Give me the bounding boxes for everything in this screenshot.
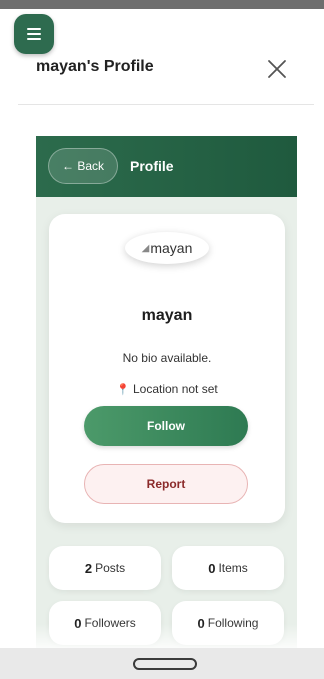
avatar-alt-text: mayan — [150, 240, 193, 256]
profile-bio: No bio available. — [122, 351, 212, 365]
menu-button[interactable] — [14, 14, 54, 54]
profile-panel: ← Back Profile ◢ mayan mayan No bio avai… — [36, 136, 297, 656]
device-frame-top — [0, 0, 324, 9]
map-pin-icon: 📍 — [116, 384, 130, 396]
modal-title: mayan's Profile — [36, 58, 154, 75]
panel-header: ← Back Profile — [36, 136, 297, 197]
phone-screen: mayan's Profile ← Back Profile ◢ mayan m… — [0, 0, 324, 679]
stat-items[interactable]: 0 Items — [172, 546, 284, 590]
profile-location: 📍 Location not set — [49, 382, 285, 396]
items-label: Items — [218, 561, 248, 575]
panel-title: Profile — [130, 158, 174, 174]
modal-header-divider — [18, 104, 314, 105]
follow-button[interactable]: Follow — [84, 406, 248, 446]
close-icon[interactable] — [266, 58, 288, 80]
report-button[interactable]: Report — [84, 464, 248, 504]
broken-image-icon: ◢ — [141, 242, 150, 254]
hamburger-icon — [27, 28, 41, 40]
posts-count: 2 — [84, 560, 93, 576]
home-indicator[interactable] — [133, 658, 197, 670]
profile-card: ◢ mayan mayan No bio available. 📍 Locatio… — [49, 214, 285, 523]
back-button[interactable]: ← Back — [48, 148, 118, 184]
modal-top-edge — [60, 9, 324, 15]
items-count: 0 — [208, 560, 216, 576]
location-text: Location not set — [132, 382, 218, 396]
profile-username: mayan — [141, 307, 193, 324]
stat-posts[interactable]: 2 Posts — [49, 546, 161, 590]
posts-label: Posts — [95, 561, 126, 575]
avatar: ◢ mayan — [125, 232, 209, 264]
